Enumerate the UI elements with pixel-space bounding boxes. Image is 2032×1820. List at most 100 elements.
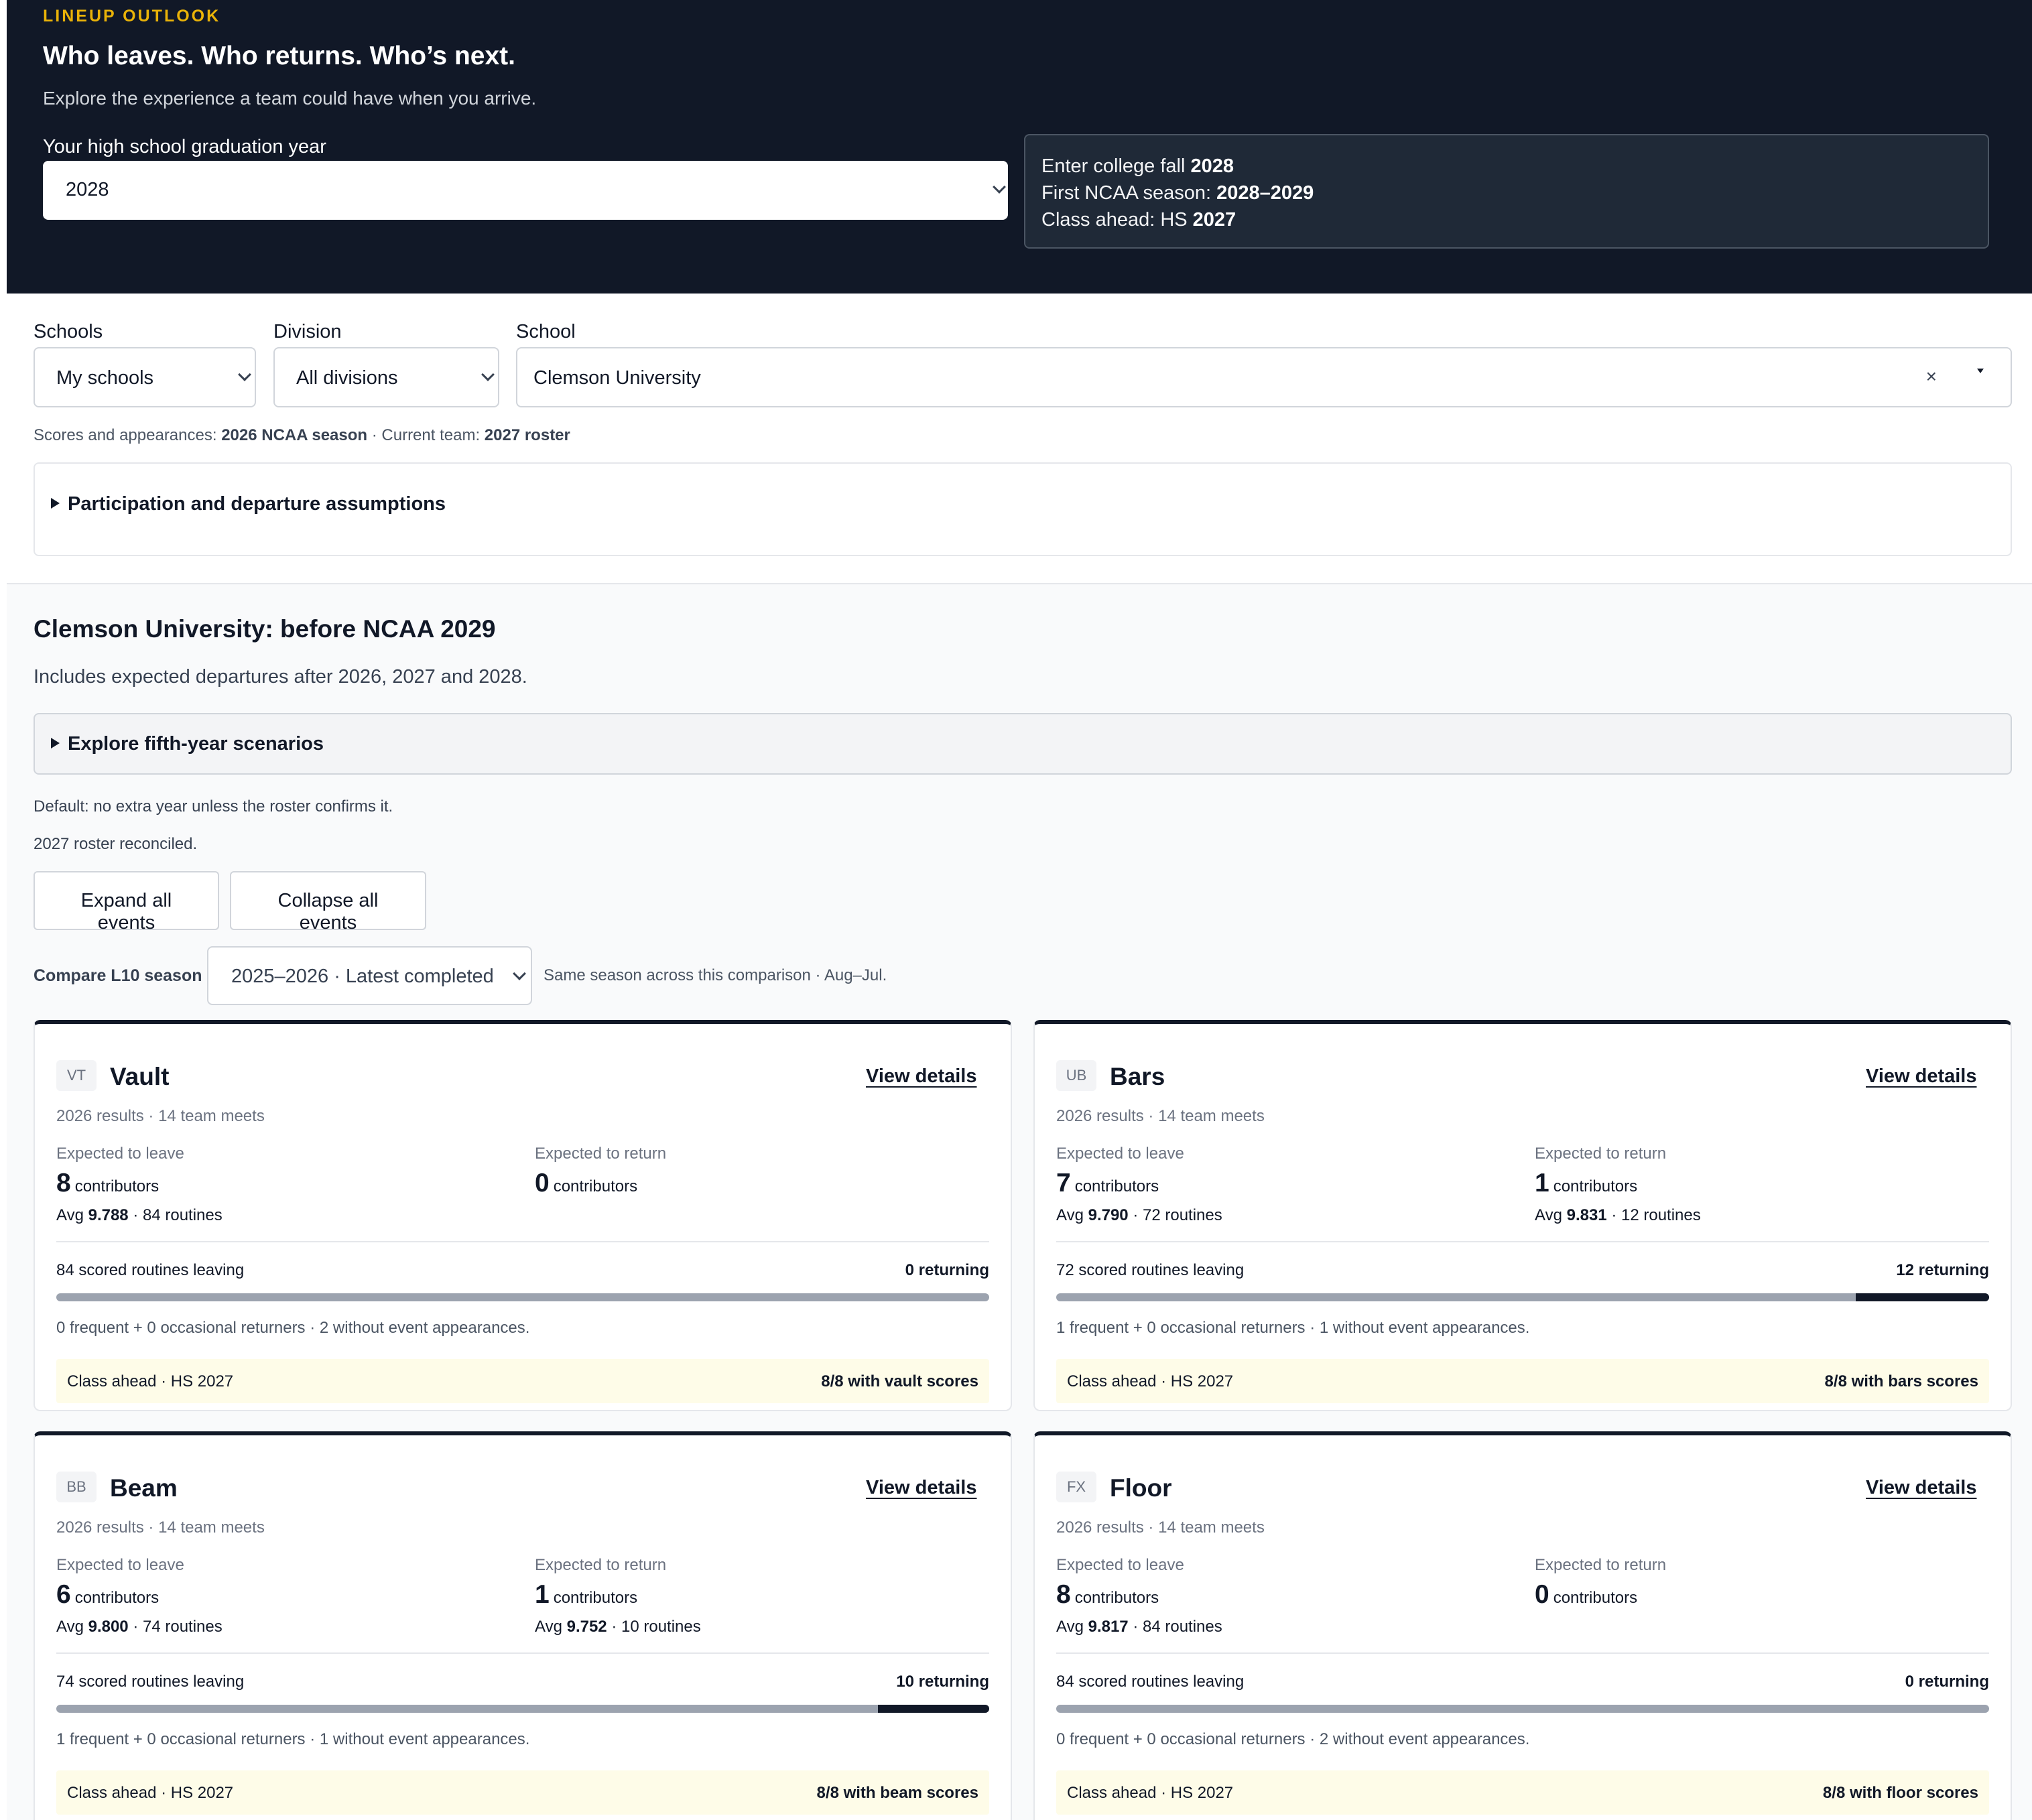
event-name: Bars: [1110, 1063, 1165, 1090]
returning-bar-fill: [1855, 1293, 1989, 1301]
returning-bar-fill: [878, 1705, 989, 1713]
leave-count: 7: [1056, 1169, 1071, 1197]
graduation-year-value: 2028: [66, 179, 109, 200]
return-count-line: 0 contributors: [535, 1169, 637, 1198]
return-count-line: 0 contributors: [1535, 1580, 1637, 1610]
assumptions-summary[interactable]: Participation and departure assumptions: [51, 493, 446, 515]
scores-prefix: Scores and appearances:: [34, 426, 222, 444]
routines-returning-label: 12 returning: [1896, 1261, 1989, 1279]
school-filter-label: School: [516, 321, 576, 342]
view-details-link[interactable]: View details: [866, 1477, 977, 1499]
school-combobox[interactable]: Clemson University ×: [516, 347, 2012, 407]
class-ahead-scores: 8/8 with beam scores: [816, 1784, 978, 1802]
card-divider: [56, 1652, 989, 1654]
leave-average: 9.800: [88, 1618, 129, 1636]
schools-filter-label: Schools: [34, 321, 103, 342]
caret-down-icon[interactable]: [1977, 369, 1984, 373]
leave-count-line: 7 contributors: [1056, 1169, 1159, 1198]
event-results-meta: 2026 results · 14 team meets: [56, 1518, 265, 1537]
eyebrow-label: LINEUP OUTLOOK: [43, 7, 221, 25]
class-ahead-label: Class ahead · HS 2027: [67, 1784, 234, 1802]
event-card-vault: VT Vault View details 2026 results · 14 tea…: [34, 1020, 1012, 1411]
clear-icon[interactable]: ×: [1926, 366, 1937, 387]
return-routines: · 12 routines: [1606, 1206, 1701, 1224]
event-card-beam: BB Beam View details 2026 results · 14 team…: [34, 1431, 1012, 1820]
view-details-link[interactable]: View details: [1866, 1065, 1977, 1088]
routines-leaving-label: 84 scored routines leaving: [56, 1261, 245, 1279]
class-ahead-row: Class ahead · HS 2027 8/8 with floor scor…: [1056, 1770, 1989, 1815]
leave-average-line: Avg 9.800 · 74 routines: [56, 1618, 223, 1636]
leave-routines: · 74 routines: [128, 1618, 223, 1636]
roster-note: 2027 roster reconciled.: [34, 835, 198, 853]
leave-average: 9.817: [1088, 1618, 1129, 1636]
enter-college-prefix: Enter college fall: [1041, 155, 1191, 177]
return-count-line: 1 contributors: [535, 1580, 637, 1610]
leave-header: Expected to leave: [1056, 1145, 1184, 1163]
leave-count-line: 8 contributors: [56, 1169, 159, 1198]
expand-all-button[interactable]: Expand all events: [34, 871, 219, 933]
compare-season-select[interactable]: 2025–2026 · Latest completed: [207, 946, 532, 1005]
card-divider: [1056, 1652, 1989, 1654]
assumptions-disclosure[interactable]: Participation and departure assumptions: [34, 462, 2012, 556]
school-combobox-value: Clemson University: [533, 367, 701, 389]
return-count: 0: [535, 1169, 550, 1197]
division-filter-label: Division: [273, 321, 342, 342]
class-ahead-value: 2027: [1192, 209, 1236, 231]
assumptions-label: Participation and departure assumptions: [68, 493, 446, 515]
return-header: Expected to return: [1535, 1145, 1667, 1163]
disclosure-triangle-icon: [51, 498, 60, 509]
division-filter-value: All divisions: [296, 367, 398, 389]
class-ahead-row: Class ahead · HS 2027 8/8 with beam score…: [56, 1770, 989, 1815]
leave-average-line: Avg 9.817 · 84 routines: [1056, 1618, 1222, 1636]
chevron-down-icon: [238, 368, 251, 381]
return-count: 1: [1535, 1169, 1549, 1197]
leave-count-line: 6 contributors: [56, 1580, 159, 1610]
fifth-year-label: Explore fifth-year scenarios: [68, 733, 324, 755]
leave-unit: contributors: [74, 1177, 160, 1195]
division-filter-select[interactable]: All divisions: [273, 347, 499, 407]
return-routines: · 10 routines: [607, 1618, 701, 1636]
schools-filter-select[interactable]: My schools: [34, 347, 256, 407]
return-count: 0: [1535, 1580, 1549, 1609]
return-unit: contributors: [1553, 1589, 1638, 1607]
leave-header: Expected to leave: [1056, 1556, 1184, 1574]
return-count: 1: [535, 1580, 550, 1609]
class-ahead-label: Class ahead · HS 2027: [1067, 1372, 1234, 1390]
leave-return-bar: [1056, 1293, 1989, 1301]
return-avg-prefix: Avg: [535, 1618, 567, 1636]
event-code-badge: FX: [1056, 1472, 1096, 1502]
enter-college-value: 2028: [1190, 155, 1234, 177]
return-average: 9.752: [566, 1618, 607, 1636]
compare-season-value: 2025–2026 · Latest completed: [231, 966, 494, 987]
leave-header: Expected to leave: [56, 1145, 184, 1163]
first-season-value: 2028–2029: [1216, 182, 1314, 204]
leave-return-bar: [56, 1293, 989, 1301]
returner-frequency-note: 1 frequent + 0 occasional returners · 1 …: [56, 1730, 530, 1748]
first-season-line: First NCAA season: 2028–2029: [1041, 180, 1972, 206]
enter-college-line: Enter college fall 2028: [1041, 153, 1972, 180]
class-ahead-label: Class ahead · HS 2027: [67, 1372, 234, 1390]
leave-unit: contributors: [1074, 1589, 1159, 1607]
chevron-down-icon: [993, 180, 1006, 194]
event-code-badge: BB: [56, 1472, 97, 1502]
routines-returning-label: 0 returning: [1905, 1673, 1989, 1691]
fifth-year-disclosure[interactable]: Explore fifth-year scenarios: [34, 713, 2012, 775]
graduation-year-select[interactable]: 2028: [43, 161, 1008, 220]
leave-routines: · 84 routines: [128, 1206, 223, 1224]
fifth-year-summary[interactable]: Explore fifth-year scenarios: [51, 733, 324, 755]
event-name: Vault: [110, 1063, 170, 1090]
current-roster: 2027 roster: [484, 426, 570, 444]
event-results-meta: 2026 results · 14 team meets: [56, 1107, 265, 1125]
routines-leaving-label: 74 scored routines leaving: [56, 1673, 245, 1691]
leave-unit: contributors: [1074, 1177, 1159, 1195]
collapse-all-button[interactable]: Collapse all events: [230, 871, 426, 933]
card-divider: [56, 1241, 989, 1242]
disclosure-triangle-icon: [51, 738, 60, 749]
class-ahead-scores: 8/8 with vault scores: [821, 1372, 978, 1390]
return-unit: contributors: [553, 1589, 638, 1607]
event-card-floor: FX Floor View details 2026 results · 14 tea…: [1033, 1431, 2012, 1820]
return-average-line: Avg 9.831 · 12 routines: [1535, 1206, 1701, 1225]
routines-leaving-label: 72 scored routines leaving: [1056, 1261, 1245, 1279]
view-details-link[interactable]: View details: [866, 1065, 977, 1088]
view-details-link[interactable]: View details: [1866, 1477, 1977, 1499]
